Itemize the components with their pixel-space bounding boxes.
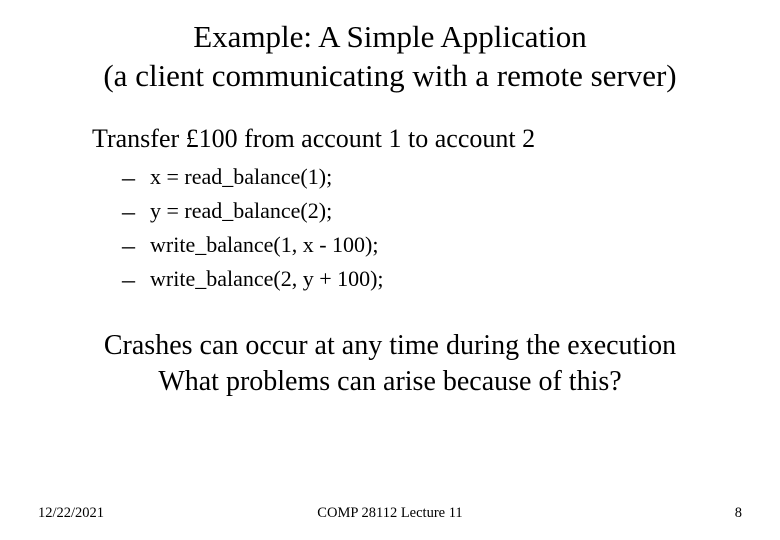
slide-body: Transfer £100 from account 1 to account … [16,124,764,296]
list-item: – x = read_balance(1); [122,160,724,194]
title-line-1: Example: A Simple Application [193,19,587,54]
footer-page-number: 8 [735,505,742,522]
bullet-dash-icon: – [122,165,150,191]
code-line: x = read_balance(1); [150,160,332,194]
title-line-2: (a client communicating with a remote se… [103,58,676,93]
code-line: write_balance(1, x - 100); [150,228,378,262]
slide-title: Example: A Simple Application (a client … [16,18,764,96]
footer-date: 12/22/2021 [38,505,104,522]
lead-text: Transfer £100 from account 1 to account … [92,124,724,154]
list-item: – y = read_balance(2); [122,194,724,228]
closing-line-2: What problems can arise because of this? [158,366,621,397]
bullet-dash-icon: – [122,267,150,293]
code-line: y = read_balance(2); [150,194,332,228]
slide: Example: A Simple Application (a client … [0,0,780,540]
footer-course: COMP 28112 Lecture 11 [317,505,462,522]
slide-footer: 12/22/2021 COMP 28112 Lecture 11 8 [0,505,780,522]
code-list: – x = read_balance(1); – y = read_balanc… [92,160,724,296]
list-item: – write_balance(2, y + 100); [122,262,724,296]
closing-line-1: Crashes can occur at any time during the… [104,330,676,361]
code-line: write_balance(2, y + 100); [150,262,384,296]
closing-text: Crashes can occur at any time during the… [16,328,764,401]
list-item: – write_balance(1, x - 100); [122,228,724,262]
bullet-dash-icon: – [122,233,150,259]
bullet-dash-icon: – [122,199,150,225]
